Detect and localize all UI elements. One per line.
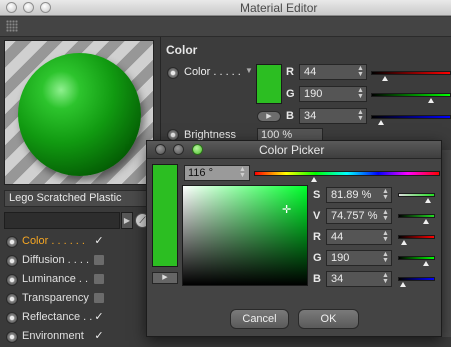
s-slider-handle[interactable] [425, 198, 432, 203]
r-stepper[interactable]: ▲ ▼ [356, 65, 365, 78]
pk-g-slider[interactable] [398, 256, 435, 260]
pk-b-slider-handle[interactable] [399, 282, 406, 287]
pk-g-stepper[interactable]: ▲ ▼ [381, 251, 390, 264]
channel-radio[interactable] [6, 312, 18, 324]
picker-title: Color Picker [259, 143, 325, 157]
channel-checkbox[interactable] [93, 273, 105, 285]
b-slider[interactable] [371, 115, 451, 119]
pk-g-slider-handle[interactable] [422, 261, 429, 266]
check-icon[interactable]: ✓ [93, 330, 105, 342]
v-label: V [313, 210, 321, 222]
r-slider-handle[interactable] [381, 76, 388, 81]
material-preview[interactable] [4, 40, 154, 185]
r-label: R [286, 66, 294, 78]
check-icon[interactable]: ✓ [93, 311, 105, 323]
channel-list: Color . . . . . . ✓ Diffusion . . . . . … [4, 233, 154, 347]
material-name-field[interactable]: Lego Scratched Plastic [4, 190, 154, 207]
color-swatch[interactable] [256, 64, 282, 104]
pk-r-slider-handle[interactable] [401, 240, 408, 245]
cancel-button[interactable]: Cancel [230, 309, 289, 329]
g-label: G [286, 88, 295, 100]
color-label: Color . . . . . [184, 66, 241, 78]
channel-filter-field[interactable] [4, 212, 120, 229]
channel-row-color[interactable]: Color . . . . . . ✓ [4, 233, 154, 252]
minimize-icon[interactable] [23, 2, 34, 13]
window-title: Material Editor [240, 1, 318, 15]
channel-label[interactable]: Color . . . . . . [22, 235, 85, 247]
g-slider[interactable] [371, 93, 451, 97]
toolbar [0, 17, 451, 37]
channel-radio[interactable] [6, 236, 18, 248]
play-icon[interactable]: ▶ [152, 272, 178, 284]
r-slider[interactable] [371, 71, 451, 75]
channel-radio[interactable] [6, 255, 18, 267]
channel-row-luminance[interactable]: Luminance . . [4, 271, 154, 290]
pk-r-slider[interactable] [398, 235, 435, 239]
channel-row-transparency[interactable]: Transparency [4, 290, 154, 309]
g-slider-handle[interactable] [428, 98, 434, 103]
channel-checkbox[interactable] [93, 292, 105, 304]
channel-row-environment[interactable]: Environment ✓ [4, 328, 154, 347]
g-stepper[interactable]: ▲ ▼ [356, 87, 365, 100]
crosshair-icon[interactable]: ✛ [282, 205, 291, 216]
channel-label[interactable]: Transparency [22, 292, 89, 304]
hue-slider[interactable] [254, 171, 440, 176]
channel-radio[interactable] [6, 274, 18, 286]
s-slider[interactable] [398, 193, 435, 197]
ok-button[interactable]: OK [298, 309, 359, 329]
pk-r-label: R [313, 231, 321, 243]
chevron-down-icon[interactable]: ▼ [245, 66, 253, 75]
pk-b-label: B [313, 273, 321, 285]
hue-slider-handle[interactable] [310, 177, 317, 182]
preview-sphere [18, 53, 141, 176]
zoom-icon[interactable] [40, 2, 51, 13]
panel-edge [441, 150, 451, 337]
play-icon[interactable]: ▶ [121, 212, 133, 229]
picker-swatch [152, 164, 178, 267]
saturation-value-area[interactable] [182, 185, 308, 286]
grip-icon[interactable] [6, 20, 18, 32]
channel-checkbox[interactable] [93, 254, 105, 266]
channel-row-reflectance[interactable]: Reflectance . . ✓ [4, 309, 154, 328]
channel-label[interactable]: Reflectance . . [22, 311, 92, 323]
channel-label[interactable]: Luminance . . [22, 273, 88, 285]
pk-b-slider[interactable] [398, 277, 435, 281]
channel-row-diffusion[interactable]: Diffusion . . . . . [4, 252, 154, 271]
minimize-icon[interactable] [173, 144, 184, 155]
play-icon[interactable]: ▶ [257, 111, 281, 122]
window-titlebar [0, 0, 451, 16]
channel-label[interactable]: Diffusion . . . . . [22, 254, 95, 266]
b-slider-handle[interactable] [378, 120, 385, 125]
v-slider-handle[interactable] [422, 219, 429, 224]
b-label: B [286, 110, 294, 122]
close-icon[interactable] [155, 144, 166, 155]
section-title: Color [166, 43, 198, 57]
close-icon[interactable] [6, 2, 17, 13]
pk-r-stepper[interactable]: ▲ ▼ [381, 230, 390, 243]
channel-radio[interactable] [6, 293, 18, 305]
b-stepper[interactable]: ▲ ▼ [356, 109, 365, 122]
zoom-icon[interactable] [192, 144, 203, 155]
s-stepper[interactable]: ▲ ▼ [381, 188, 390, 201]
s-label: S [313, 189, 321, 201]
color-radio[interactable] [167, 67, 179, 79]
v-slider[interactable] [398, 214, 435, 218]
pk-g-label: G [313, 252, 322, 264]
pk-b-stepper[interactable]: ▲ ▼ [381, 272, 390, 285]
channel-label[interactable]: Environment [22, 330, 84, 342]
v-stepper[interactable]: ▲ ▼ [381, 209, 390, 222]
hue-stepper[interactable]: ▲ ▼ [238, 166, 247, 179]
channel-radio[interactable] [6, 331, 18, 343]
check-icon[interactable]: ✓ [93, 235, 105, 247]
